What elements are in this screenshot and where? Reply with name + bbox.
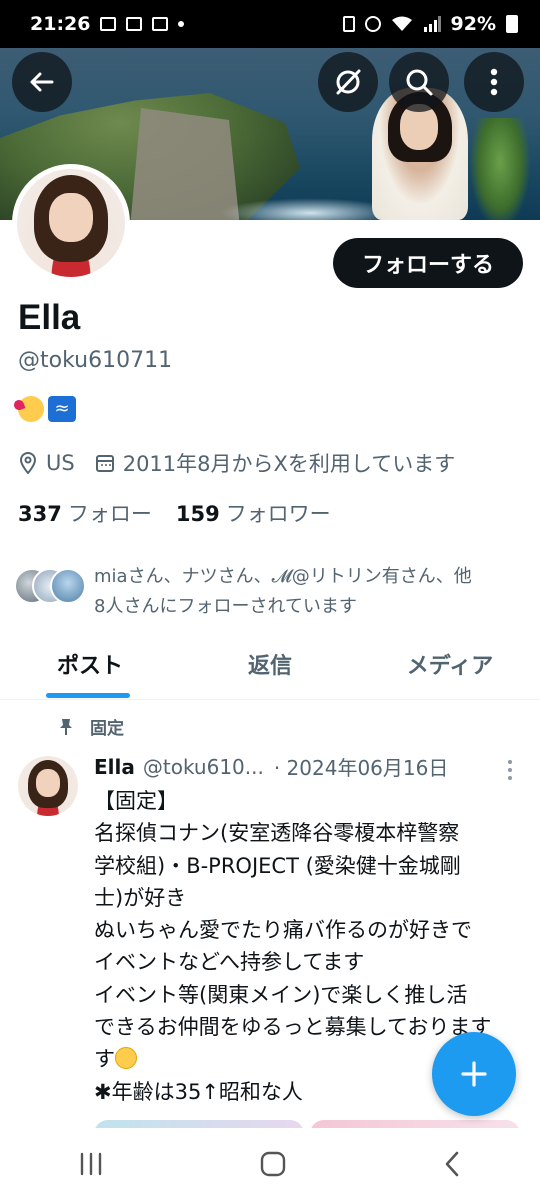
following-link[interactable]: 337 フォロー [18,498,152,528]
followers-label: フォロワー [225,502,331,526]
follow-button[interactable]: フォローする [333,238,523,288]
banner-palm [470,118,530,220]
more-notifications-dot-icon [178,21,185,27]
alarm-icon [364,16,381,32]
calendar-icon [95,455,114,472]
post-line: イベント等(関東メイン)で楽しく推し活 [94,982,468,1007]
recent-apps-icon[interactable] [78,1152,104,1176]
more-dot-icon [508,768,512,772]
vibrate-icon [342,16,355,32]
followed-by-avatars [14,562,94,606]
tab-media[interactable]: メディア [360,640,540,699]
status-right: 92% [342,13,518,35]
tab-replies[interactable]: 返信 [180,640,360,699]
arrow-left-icon [30,72,54,92]
joined-item: 2011年8月からXを利用しています [95,448,456,478]
smiling-face-icon [115,1047,137,1070]
mail-notification-icon [100,17,117,31]
pinned-indicator: 固定 [58,714,124,739]
post-line: す [94,1047,115,1072]
status-bar: 21:26 92% [0,0,540,48]
follower-avatar [50,568,86,604]
followed-by-section[interactable]: miaさん、ナツさん、𝓜@リトリン有さん、他 8人さんにフォローされています [14,562,534,622]
tab-posts[interactable]: ポスト [0,640,180,699]
plus-icon [461,1061,487,1087]
profile-tabs: ポスト 返信 メディア [0,640,540,700]
more-vertical-icon [490,68,498,96]
joined-text: 2011年8月からXを利用しています [122,452,456,476]
location-pin-icon [19,452,37,474]
post-avatar-face [36,769,60,797]
calendar-notification-icon [152,17,169,31]
box-notification-icon [126,17,143,31]
search-icon [406,69,433,96]
post-line: 名探偵コナン(安室透降谷零榎本梓警察 [94,821,460,846]
following-count: 337 [18,502,62,526]
compose-post-button[interactable] [432,1032,516,1116]
profile-name: Ella [18,298,81,337]
wifi-icon [391,16,412,31]
following-label: フォロー [67,502,152,526]
followed-by-text: miaさん、ナツさん、𝓜@リトリン有さん、他 8人さんにフォローされています [94,562,524,622]
pinned-label: 固定 [90,719,124,739]
system-nav-bar [0,1128,540,1200]
status-left: 21:26 [30,13,185,35]
post-author-handle[interactable]: @toku610... [143,755,264,779]
post-header: Ella @toku610... · 2024年06月16日 [94,752,514,781]
home-icon[interactable] [259,1150,287,1178]
post-line: 士)が好き [94,885,187,910]
water-wave-icon: ≈ [48,396,76,422]
smiling-face-with-hearts-icon [18,396,44,422]
signal-icon [423,16,441,32]
location-item: US [18,451,75,475]
post-line: 【固定】 [94,789,178,813]
profile-avatar[interactable] [12,164,130,282]
followed-by-line-2: 8人さんにフォローされています [94,596,357,617]
post-author-name[interactable]: Ella [94,755,135,779]
battery-percent: 92% [450,13,496,35]
avatar-face [49,192,93,243]
post-line: 学校組)・B-PROJECT (愛染健十金城剛 [94,853,461,878]
active-tab-indicator [46,693,130,698]
follow-counts: 337 フォロー 159 フォロワー [18,498,331,528]
more-dot-icon [508,776,512,780]
profile-bio: ≈ [18,396,76,422]
profile-handle: @toku610711 [18,348,173,373]
post-line: ぬいちゃん愛でたり痛バ作るのが好きで [94,918,472,943]
back-button[interactable] [12,52,72,112]
followers-link[interactable]: 159 フォロワー [176,498,331,528]
more-options-button[interactable] [464,52,524,112]
search-button[interactable] [389,52,449,112]
pin-icon [60,718,72,735]
post-date[interactable]: · 2024年06月16日 [274,752,449,781]
post-author-avatar[interactable] [18,756,78,816]
battery-icon [506,15,518,33]
grok-icon [336,69,361,95]
avatar-image [17,169,125,277]
grok-button[interactable] [318,52,378,112]
status-time: 21:26 [30,13,91,35]
followers-count: 159 [175,502,220,526]
profile-meta: US 2011年8月からXを利用しています [18,448,475,478]
followed-by-line-1: miaさん、ナツさん、𝓜@リトリン有さん、他 [94,566,472,587]
more-dot-icon [508,760,512,764]
post-more-button[interactable] [506,760,514,780]
location-text: US [46,451,75,475]
post-line: イベントなどへ持参してます [94,950,365,975]
back-nav-icon[interactable] [442,1150,462,1178]
